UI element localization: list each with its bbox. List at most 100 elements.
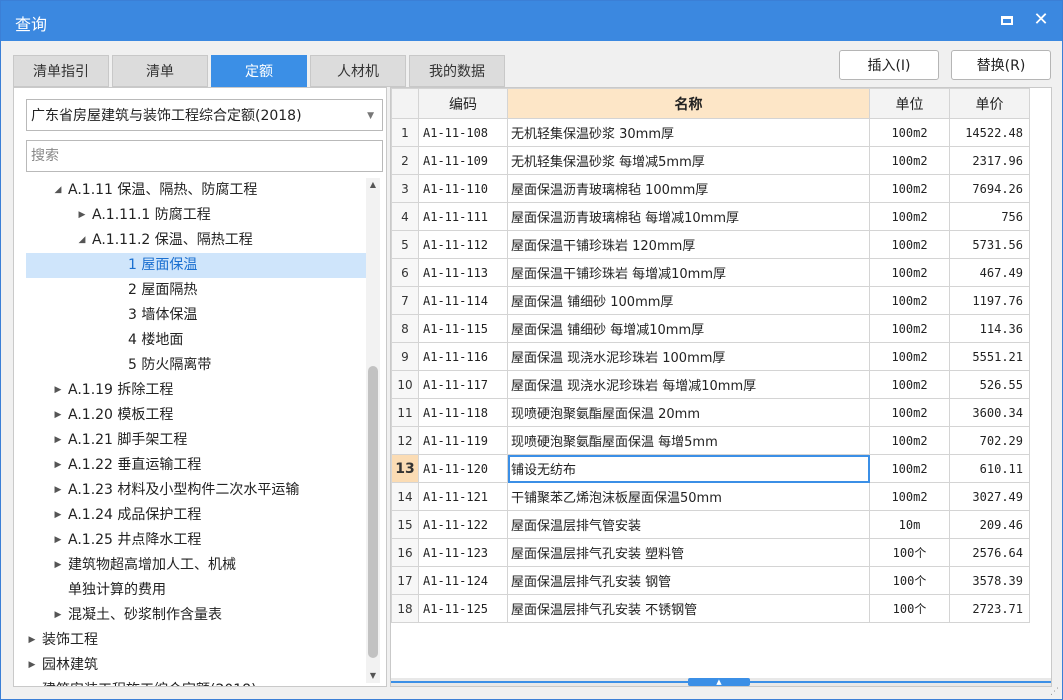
table-row[interactable]: 3 A1-11-110 屋面保温沥青玻璃棉毡 100mm厚 100m2 7694.26 (391, 174, 1030, 203)
cell-code[interactable]: A1-11-113 (418, 258, 508, 287)
tree-node[interactable]: 单独计算的费用 (26, 578, 366, 603)
cell-price[interactable]: 5731.56 (949, 230, 1030, 259)
row-index[interactable]: 10 (391, 370, 419, 399)
tab-3[interactable]: 人材机 (310, 55, 406, 87)
maximize-button[interactable] (998, 11, 1016, 29)
tree-node[interactable]: 3 墙体保温 (26, 303, 366, 328)
collapsed-arrow-icon[interactable]: ▶ (26, 653, 38, 678)
cell-code[interactable]: A1-11-110 (418, 174, 508, 203)
tab-0[interactable]: 清单指引 (13, 55, 109, 87)
cell-name[interactable]: 屋面保温 现浇水泥珍珠岩 100mm厚 (507, 342, 870, 371)
cell-code[interactable]: A1-11-109 (418, 146, 508, 175)
row-index[interactable]: 9 (391, 342, 419, 371)
cell-unit[interactable]: 100个 (869, 566, 950, 595)
cell-price[interactable]: 2576.64 (949, 538, 1030, 567)
tree-node[interactable]: ▶ A.1.25 井点降水工程 (26, 528, 366, 553)
cell-price[interactable]: 756 (949, 202, 1030, 231)
row-index[interactable]: 11 (391, 398, 419, 427)
collapsed-arrow-icon[interactable]: ▶ (52, 553, 64, 578)
table-row[interactable]: 15 A1-11-122 屋面保温层排气管安装 10m 209.46 (391, 510, 1030, 539)
cell-name[interactable]: 屋面保温沥青玻璃棉毡 每增减10mm厚 (507, 202, 870, 231)
collapsed-arrow-icon[interactable]: ▶ (26, 628, 38, 653)
cell-code[interactable]: A1-11-115 (418, 314, 508, 343)
cell-name[interactable]: 干铺聚苯乙烯泡沫板屋面保温50mm (507, 482, 870, 511)
tree-node[interactable]: ▶ A.1.11.1 防腐工程 (26, 203, 366, 228)
row-index[interactable]: 18 (391, 594, 419, 623)
table-row[interactable]: 6 A1-11-113 屋面保温干铺珍珠岩 每增减10mm厚 100m2 467.49 (391, 258, 1030, 287)
cell-code[interactable]: A1-11-123 (418, 538, 508, 567)
table-row[interactable]: 8 A1-11-115 屋面保温 铺细砂 每增减10mm厚 100m2 114.36 (391, 314, 1030, 343)
table-row[interactable]: 2 A1-11-109 无机轻集保温砂浆 每增减5mm厚 100m2 2317.96 (391, 146, 1030, 175)
cell-code[interactable]: A1-11-116 (418, 342, 508, 371)
cell-price[interactable]: 1197.76 (949, 286, 1030, 315)
tree-node[interactable]: ▶ A.1.24 成品保护工程 (26, 503, 366, 528)
search-input[interactable] (26, 140, 383, 172)
tab-2[interactable]: 定额 (211, 55, 307, 87)
tree-scroll-thumb[interactable] (368, 366, 378, 658)
row-index[interactable]: 5 (391, 230, 419, 259)
tree-node[interactable]: ▶ 装饰工程 (26, 628, 366, 653)
cell-code[interactable]: A1-11-120 (418, 454, 508, 483)
tree-node[interactable]: 2 屋面隔热 (26, 278, 366, 303)
cell-unit[interactable]: 100m2 (869, 370, 950, 399)
collapsed-arrow-icon[interactable]: ▶ (26, 678, 38, 686)
cell-unit[interactable]: 10m (869, 510, 950, 539)
cell-code[interactable]: A1-11-112 (418, 230, 508, 259)
cell-unit[interactable]: 100m2 (869, 398, 950, 427)
collapsed-arrow-icon[interactable]: ▶ (52, 503, 64, 528)
cell-price[interactable]: 3027.49 (949, 482, 1030, 511)
cell-unit[interactable]: 100m2 (869, 454, 950, 483)
tree-node[interactable]: ◢ A.1.11 保温、隔热、防腐工程 (26, 178, 366, 203)
cell-price[interactable]: 610.11 (949, 454, 1030, 483)
cell-code[interactable]: A1-11-122 (418, 510, 508, 539)
cell-name[interactable]: 屋面保温层排气孔安装 不锈钢管 (507, 594, 870, 623)
cell-name[interactable]: 现喷硬泡聚氨酯屋面保温 每增5mm (507, 426, 870, 455)
cell-name[interactable]: 屋面保温沥青玻璃棉毡 100mm厚 (507, 174, 870, 203)
cell-name[interactable]: 屋面保温 现浇水泥珍珠岩 每增减10mm厚 (507, 370, 870, 399)
row-index[interactable]: 13 (391, 454, 419, 483)
cell-unit[interactable]: 100m2 (869, 314, 950, 343)
row-index[interactable]: 3 (391, 174, 419, 203)
cell-price[interactable]: 3600.34 (949, 398, 1030, 427)
cell-code[interactable]: A1-11-121 (418, 482, 508, 511)
row-index[interactable]: 17 (391, 566, 419, 595)
library-select[interactable]: 广东省房屋建筑与装饰工程综合定额(2018) ▼ (26, 99, 383, 131)
cell-unit[interactable]: 100m2 (869, 146, 950, 175)
cell-price[interactable]: 7694.26 (949, 174, 1030, 203)
cell-price[interactable]: 5551.21 (949, 342, 1030, 371)
cell-name[interactable]: 屋面保温 铺细砂 100mm厚 (507, 286, 870, 315)
scroll-thumb-up-icon[interactable]: ▲ (688, 678, 750, 686)
tree-node[interactable]: ▶ 建筑安装工程施工综合定额(2018) (26, 678, 366, 686)
resize-grip-icon[interactable]: ⋰ (1050, 687, 1060, 697)
cell-name[interactable]: 现喷硬泡聚氨酯屋面保温 20mm (507, 398, 870, 427)
table-row[interactable]: 7 A1-11-114 屋面保温 铺细砂 100mm厚 100m2 1197.76 (391, 286, 1030, 315)
tree-node[interactable]: 5 防火隔离带 (26, 353, 366, 378)
scroll-up-icon[interactable]: ▲ (366, 178, 380, 192)
cell-unit[interactable]: 100个 (869, 594, 950, 623)
tree-node[interactable]: ▶ A.1.23 材料及小型构件二次水平运输 (26, 478, 366, 503)
tab-4[interactable]: 我的数据 (409, 55, 505, 87)
cell-code[interactable]: A1-11-114 (418, 286, 508, 315)
collapsed-arrow-icon[interactable]: ▶ (52, 453, 64, 478)
row-index[interactable]: 6 (391, 258, 419, 287)
collapsed-arrow-icon[interactable]: ▶ (52, 428, 64, 453)
tree-node[interactable]: ▶ A.1.21 脚手架工程 (26, 428, 366, 453)
cell-price[interactable]: 114.36 (949, 314, 1030, 343)
cell-name[interactable]: 铺设无纺布 (507, 454, 870, 483)
cell-code[interactable]: A1-11-118 (418, 398, 508, 427)
cell-price[interactable]: 526.55 (949, 370, 1030, 399)
table-horizontal-scrollbar[interactable]: ▲ (391, 678, 1051, 686)
row-index[interactable]: 8 (391, 314, 419, 343)
scroll-down-icon[interactable]: ▼ (366, 669, 380, 683)
cell-unit[interactable]: 100m2 (869, 230, 950, 259)
table-row[interactable]: 16 A1-11-123 屋面保温层排气孔安装 塑料管 100个 2576.64 (391, 538, 1030, 567)
cell-price[interactable]: 3578.39 (949, 566, 1030, 595)
expanded-arrow-icon[interactable]: ◢ (52, 178, 64, 203)
cell-price[interactable]: 702.29 (949, 426, 1030, 455)
cell-name[interactable]: 屋面保温层排气管安装 (507, 510, 870, 539)
tree-node[interactable]: ▶ 混凝土、砂浆制作含量表 (26, 603, 366, 628)
cell-unit[interactable]: 100m2 (869, 258, 950, 287)
row-index[interactable]: 1 (391, 118, 419, 147)
header-unit[interactable]: 单位 (869, 88, 950, 119)
tree-node[interactable]: ▶ A.1.19 拆除工程 (26, 378, 366, 403)
